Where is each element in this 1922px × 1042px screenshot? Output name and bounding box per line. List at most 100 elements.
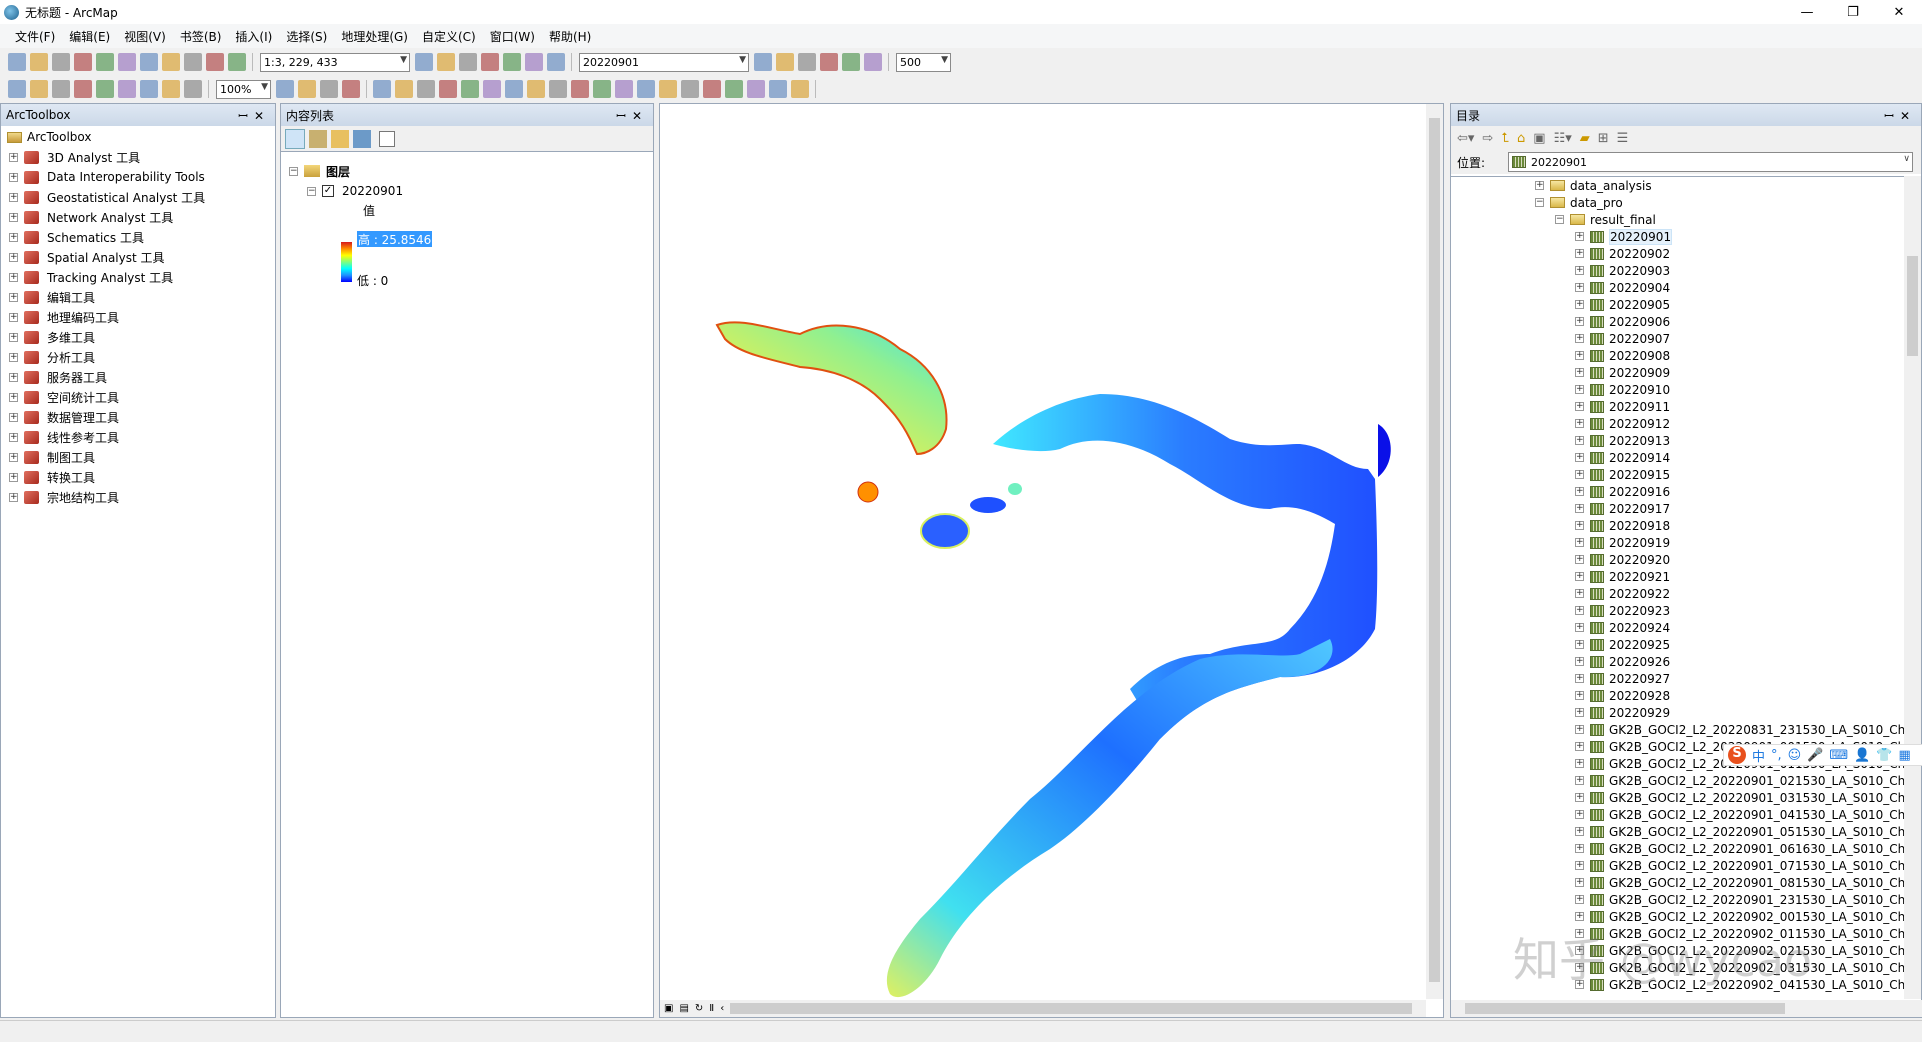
options-icon[interactable]: ☰ [1617, 131, 1629, 146]
catalog-raster-item[interactable]: +20220922 [1575, 585, 1670, 602]
time-step-input[interactable]: 500 ▼ [896, 52, 951, 72]
clear-selection-icon[interactable] [571, 80, 589, 98]
menu-item[interactable]: 文件(F) [8, 28, 62, 45]
expand-icon[interactable]: + [1575, 402, 1584, 411]
expand-icon[interactable]: + [1575, 674, 1584, 683]
focus-data-frame-icon[interactable] [298, 80, 316, 98]
expand-icon[interactable]: + [1575, 368, 1584, 377]
toolbox-item[interactable]: + Tracking Analyst 工具 [9, 267, 173, 287]
expand-icon[interactable]: + [1575, 504, 1584, 513]
expand-icon[interactable]: + [1575, 555, 1584, 564]
zoom-100-icon[interactable] [96, 80, 114, 98]
expand-icon[interactable]: + [1575, 266, 1584, 275]
minimize-button[interactable]: — [1784, 0, 1830, 24]
expand-icon[interactable]: + [9, 152, 18, 162]
catalog-raster-item[interactable]: +20220912 [1575, 415, 1670, 432]
menu-item[interactable]: 插入(I) [228, 28, 279, 45]
zoom-whole-page-icon[interactable] [74, 80, 92, 98]
layer-visibility-checkbox[interactable]: ✓ [322, 185, 334, 197]
undo-icon[interactable] [184, 53, 202, 71]
punctuation-icon[interactable]: °, [1771, 748, 1782, 763]
pan-icon[interactable] [417, 80, 435, 98]
collapse-icon[interactable]: − [1535, 198, 1544, 207]
expand-icon[interactable]: + [1575, 623, 1584, 632]
tree-view-icon[interactable]: ⊞ [1598, 131, 1609, 146]
delete-icon[interactable] [162, 53, 180, 71]
expand-icon[interactable]: + [9, 492, 18, 502]
hyperlink-icon[interactable] [637, 80, 655, 98]
catalog-raster-item[interactable]: +20220915 [1575, 466, 1670, 483]
magnifier-icon[interactable] [791, 80, 809, 98]
location-combo[interactable]: 20220901 ∨ [1508, 152, 1913, 172]
catalog-raster-item[interactable]: +20220916 [1575, 483, 1670, 500]
data-driven-pages-icon[interactable] [342, 80, 360, 98]
redo-icon[interactable] [206, 53, 224, 71]
catalog-raster-item[interactable]: +20220918 [1575, 517, 1670, 534]
expand-icon[interactable]: + [9, 432, 18, 442]
print-icon[interactable] [74, 53, 92, 71]
catalog-raster-item[interactable]: + GK2B_GOCI2_L2_20220901_061630_LA_S010_C… [1575, 840, 1905, 857]
catalog-raster-item[interactable]: +20220921 [1575, 568, 1670, 585]
catalog-raster-item[interactable]: +20220902 [1575, 245, 1670, 262]
expand-icon[interactable]: + [1575, 419, 1584, 428]
collapse-icon[interactable]: − [307, 186, 316, 196]
expand-icon[interactable]: + [9, 312, 18, 322]
expand-icon[interactable]: + [1575, 912, 1584, 921]
expand-icon[interactable]: + [1575, 572, 1584, 581]
brightness-icon[interactable] [776, 53, 794, 71]
expand-icon[interactable]: + [1575, 351, 1584, 360]
expand-icon[interactable]: + [1575, 334, 1584, 343]
menu-item[interactable]: 窗口(W) [483, 28, 542, 45]
expand-icon[interactable]: + [9, 252, 18, 262]
toolbox-item[interactable]: + 地理编码工具 [9, 307, 119, 327]
toolbox-item[interactable]: + 宗地结构工具 [9, 487, 119, 507]
catalog-raster-item[interactable]: + GK2B_GOCI2_L2_20220901_031530_LA_S010_C… [1575, 789, 1905, 806]
map-view[interactable]: ▣ ▤ ↻ Ⅱ ‹ [659, 103, 1444, 1018]
catalog-raster-item[interactable]: + GK2B_GOCI2_L2_20220831_231530_LA_S010_C… [1575, 721, 1905, 738]
go-to-xy-icon[interactable] [747, 80, 765, 98]
expand-icon[interactable]: + [1575, 776, 1584, 785]
zoom-out-icon[interactable] [395, 80, 413, 98]
expand-icon[interactable]: + [1575, 300, 1584, 309]
toolbox-item[interactable]: + Data Interoperability Tools [9, 167, 205, 187]
expand-icon[interactable]: + [9, 392, 18, 402]
transparency-icon[interactable] [798, 53, 816, 71]
html-popup-icon[interactable] [659, 80, 677, 98]
forward-extent-icon[interactable] [527, 80, 545, 98]
catalog-raster-item[interactable]: +20220927 [1575, 670, 1670, 687]
legend-high-label[interactable]: 高 : 25.8546 [357, 231, 433, 247]
catalog-raster-item[interactable]: +20220909 [1575, 364, 1670, 381]
expand-icon[interactable]: + [9, 192, 18, 202]
paste-icon[interactable] [140, 53, 158, 71]
view-options-icon[interactable]: ☷▾ [1554, 131, 1572, 146]
expand-icon[interactable]: + [1575, 759, 1584, 768]
list-by-drawing-order-icon[interactable] [285, 128, 305, 149]
expand-icon[interactable]: + [1575, 708, 1584, 717]
select-elements-icon[interactable] [593, 80, 611, 98]
menu-item[interactable]: 地理处理(G) [334, 28, 415, 45]
menu-item[interactable]: 视图(V) [117, 28, 173, 45]
expand-icon[interactable]: + [1575, 249, 1584, 258]
ime-language[interactable]: 中 [1752, 746, 1765, 765]
catalog-raster-item[interactable]: +20220903 [1575, 262, 1670, 279]
connect-folder-icon[interactable]: ▣ [1533, 131, 1545, 146]
menu-item[interactable]: 编辑(E) [62, 28, 117, 45]
time-slider-icon[interactable] [769, 80, 787, 98]
close-icon[interactable]: ✕ [254, 109, 270, 123]
catalog-raster-item[interactable]: +20220928 [1575, 687, 1670, 704]
time-icon[interactable] [864, 53, 882, 71]
image-analysis-layer-combo[interactable]: 20220901 ▼ [579, 52, 749, 72]
toolbox-item[interactable]: + Spatial Analyst 工具 [9, 247, 165, 267]
catalog-raster-item[interactable]: +20220926 [1575, 653, 1670, 670]
emoji-icon[interactable]: ☺ [1788, 748, 1802, 763]
expand-icon[interactable]: + [1575, 895, 1584, 904]
open-icon[interactable] [30, 53, 48, 71]
toolbox-item[interactable]: + 服务器工具 [9, 367, 107, 387]
layout-pan-icon[interactable] [52, 80, 70, 98]
expand-icon[interactable]: + [1575, 317, 1584, 326]
toolbox-item[interactable]: + Geostatistical Analyst 工具 [9, 187, 205, 207]
pin-icon[interactable]: ꟷ [616, 109, 632, 123]
expand-icon[interactable]: + [1575, 640, 1584, 649]
expand-icon[interactable]: + [9, 172, 18, 182]
toolbox-item[interactable]: + 多维工具 [9, 327, 95, 347]
